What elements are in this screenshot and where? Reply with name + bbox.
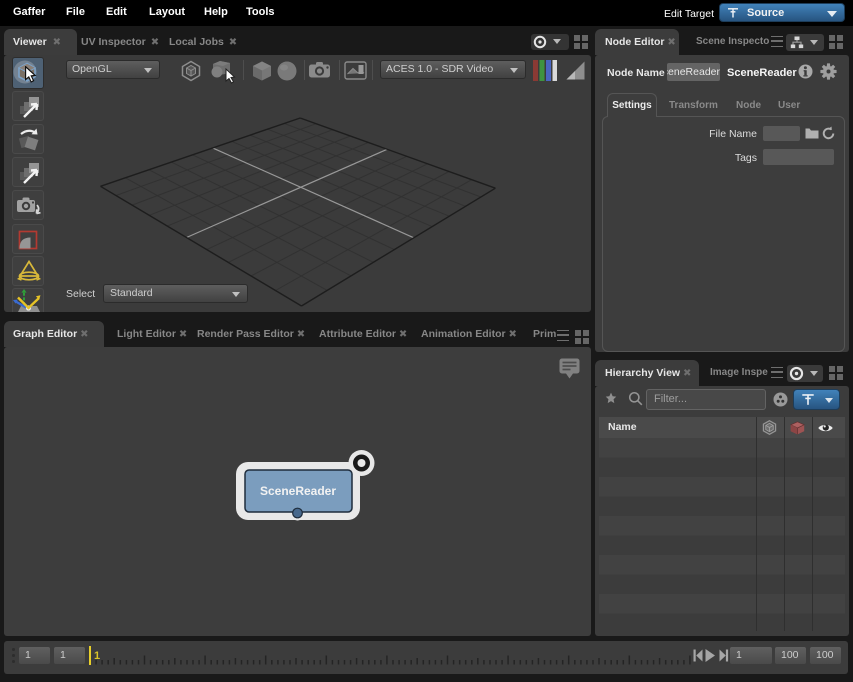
svg-text:SceneReader: SceneReader (260, 484, 336, 498)
